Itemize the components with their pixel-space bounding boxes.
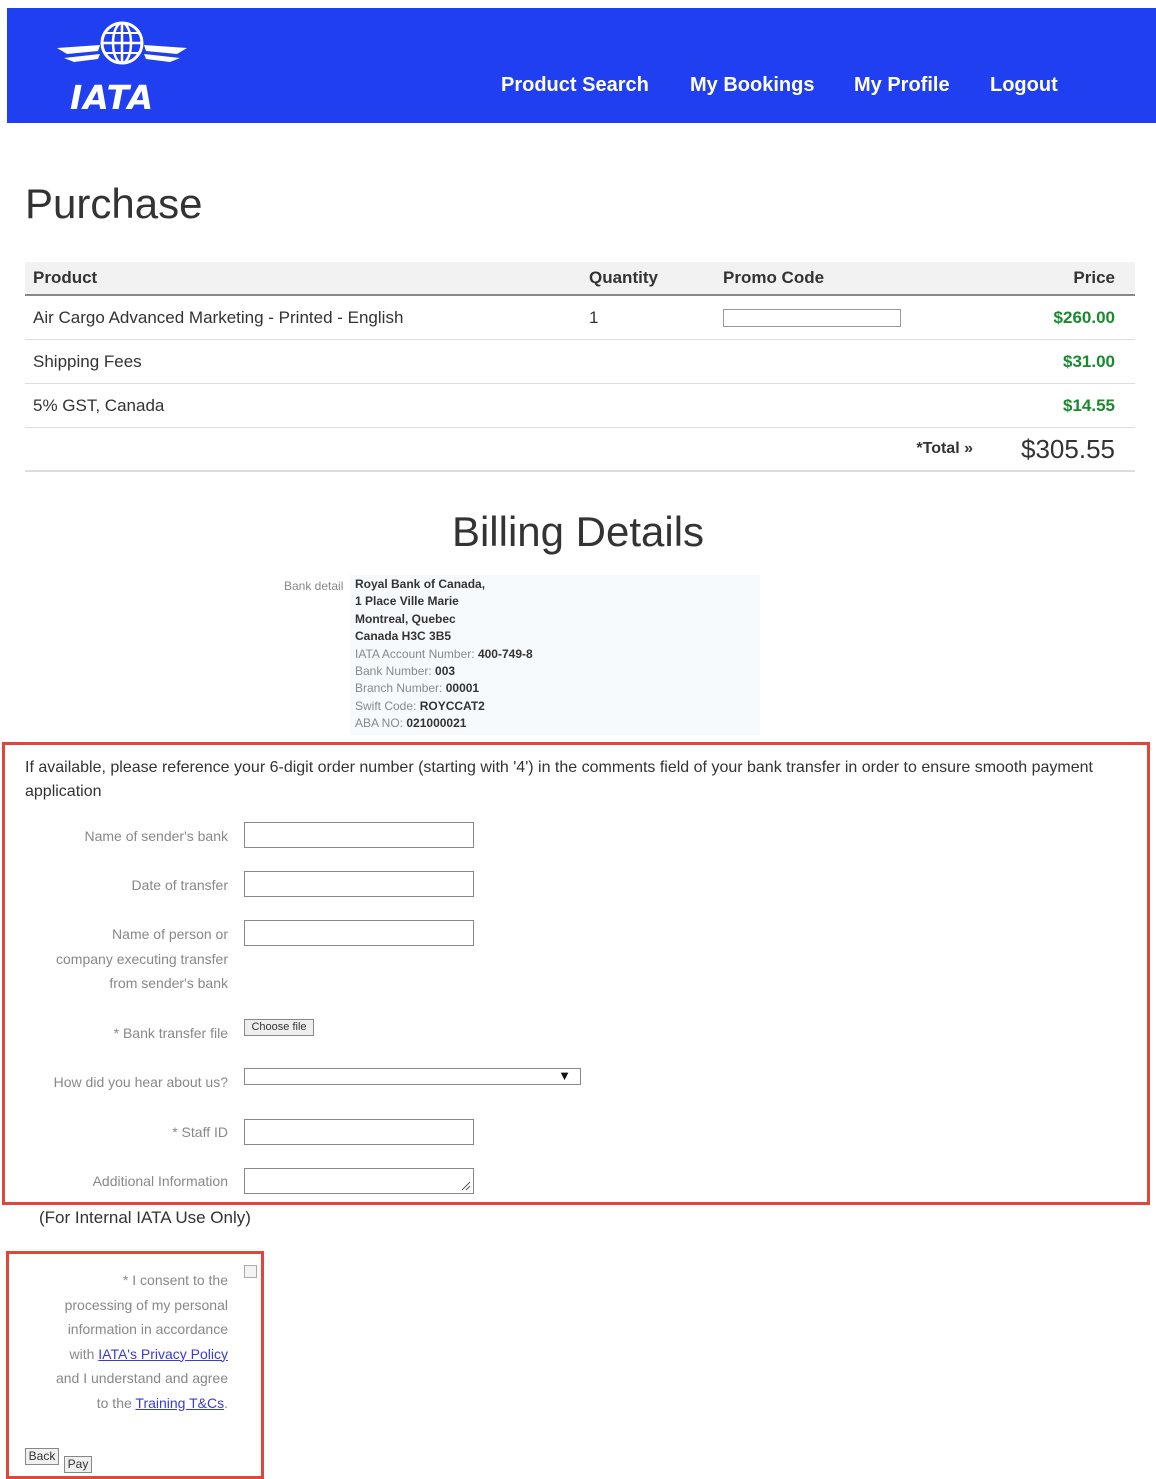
staff-id-input[interactable] — [244, 1119, 474, 1145]
nav-product-search[interactable]: Product Search — [501, 74, 649, 97]
product-quantity — [581, 339, 715, 384]
promo-code-cell — [715, 295, 981, 340]
dropdown-arrow-icon: ▼ — [558, 1068, 571, 1083]
aba-number-value: 021000021 — [406, 716, 467, 731]
bank-transfer-file-label: * Bank transfer file — [113, 1025, 228, 1041]
internal-use-note: (For Internal IATA Use Only) — [39, 1208, 251, 1227]
account-number-label: IATA Account Number: — [355, 646, 475, 661]
swift-code-label: Swift Code: — [355, 698, 417, 713]
transfer-instructions: If available, please reference your 6-di… — [25, 759, 1093, 800]
additional-info-label: Additional Information — [92, 1173, 228, 1189]
choose-file-button[interactable]: Choose file — [244, 1019, 314, 1036]
bank-number-label: Bank Number: — [355, 664, 432, 679]
promo-code-input[interactable] — [723, 309, 901, 327]
table-row: Shipping Fees $31.00 — [25, 339, 1135, 384]
nav-logout[interactable]: Logout — [990, 74, 1058, 97]
staff-id-label: * Staff ID — [172, 1124, 228, 1140]
column-header-product: Product — [25, 262, 581, 296]
column-header-quantity: Quantity — [581, 262, 715, 296]
product-name: Shipping Fees — [25, 339, 581, 384]
account-number-value: 400-749-8 — [477, 646, 533, 661]
iata-logo[interactable]: IATA — [52, 18, 192, 117]
transfer-person-label: Name of person or company executing tran… — [56, 926, 228, 991]
bank-number-value: 003 — [435, 664, 456, 679]
branch-number-label: Branch Number: — [355, 681, 443, 696]
table-row: 5% GST, Canada $14.55 — [25, 383, 1135, 428]
privacy-policy-link[interactable]: IATA's Privacy Policy — [98, 1346, 228, 1362]
product-price: $260.00 — [981, 295, 1135, 340]
pay-button[interactable]: Pay — [64, 1456, 92, 1473]
product-price: $14.55 — [981, 383, 1135, 428]
bank-address-line: Canada H3C 3B5 — [355, 629, 452, 644]
additional-info-textarea[interactable] — [244, 1168, 474, 1194]
resize-grip-icon[interactable] — [461, 1181, 471, 1191]
sender-bank-label: Name of sender's bank — [84, 828, 228, 844]
branch-number-value: 00001 — [445, 681, 480, 696]
training-terms-link[interactable]: Training T&Cs — [135, 1395, 224, 1411]
table-row: Air Cargo Advanced Marketing - Printed -… — [25, 295, 1135, 340]
transfer-person-input[interactable] — [244, 920, 474, 946]
product-quantity: 1 — [581, 295, 715, 340]
product-price: $31.00 — [981, 339, 1135, 384]
back-button[interactable]: Back — [25, 1448, 59, 1465]
hear-about-us-select[interactable]: ▼ — [244, 1068, 581, 1085]
logo-text: IATA — [70, 78, 155, 117]
page-title: Purchase — [25, 180, 203, 227]
product-name: Air Cargo Advanced Marketing - Printed -… — [25, 295, 581, 340]
total-value: $305.55 — [981, 427, 1135, 472]
column-header-promo-code: Promo Code — [715, 262, 981, 296]
nav-my-profile[interactable]: My Profile — [854, 74, 950, 97]
product-quantity — [581, 383, 715, 428]
total-row: *Total » $305.55 — [25, 427, 1135, 472]
bank-address-line: 1 Place Ville Marie — [355, 594, 459, 609]
transfer-date-input[interactable] — [244, 871, 474, 897]
swift-code-value: ROYCCAT2 — [419, 698, 485, 713]
aba-number-label: ABA NO: — [355, 716, 404, 731]
bank-name: Royal Bank of Canada, — [355, 577, 486, 591]
total-label: *Total » — [715, 427, 981, 472]
product-name: 5% GST, Canada — [25, 383, 581, 428]
consent-checkbox[interactable] — [244, 1265, 257, 1278]
hear-about-us-label: How did you hear about us? — [53, 1074, 228, 1090]
sender-bank-input[interactable] — [244, 822, 474, 848]
bank-detail-label: Bank detail — [284, 579, 344, 593]
billing-details-title: Billing Details — [451, 508, 705, 555]
bank-address-line: Montreal, Quebec — [355, 611, 456, 626]
column-header-price: Price — [981, 262, 1135, 296]
purchase-table: Product Quantity Promo Code Price Air Ca… — [25, 262, 1135, 472]
bank-detail-box: Royal Bank of Canada, 1 Place Ville Mari… — [350, 575, 760, 735]
consent-text: * I consent to the processing of my pers… — [55, 1272, 228, 1411]
table-header-row: Product Quantity Promo Code Price — [25, 262, 1135, 296]
top-navigation-bar: IATA Product Search My Bookings My Profi… — [7, 8, 1156, 123]
bank-details: Bank detail Royal Bank of Canada, 1 Plac… — [280, 575, 760, 735]
transfer-date-label: Date of transfer — [131, 877, 229, 893]
nav-my-bookings[interactable]: My Bookings — [690, 74, 814, 97]
